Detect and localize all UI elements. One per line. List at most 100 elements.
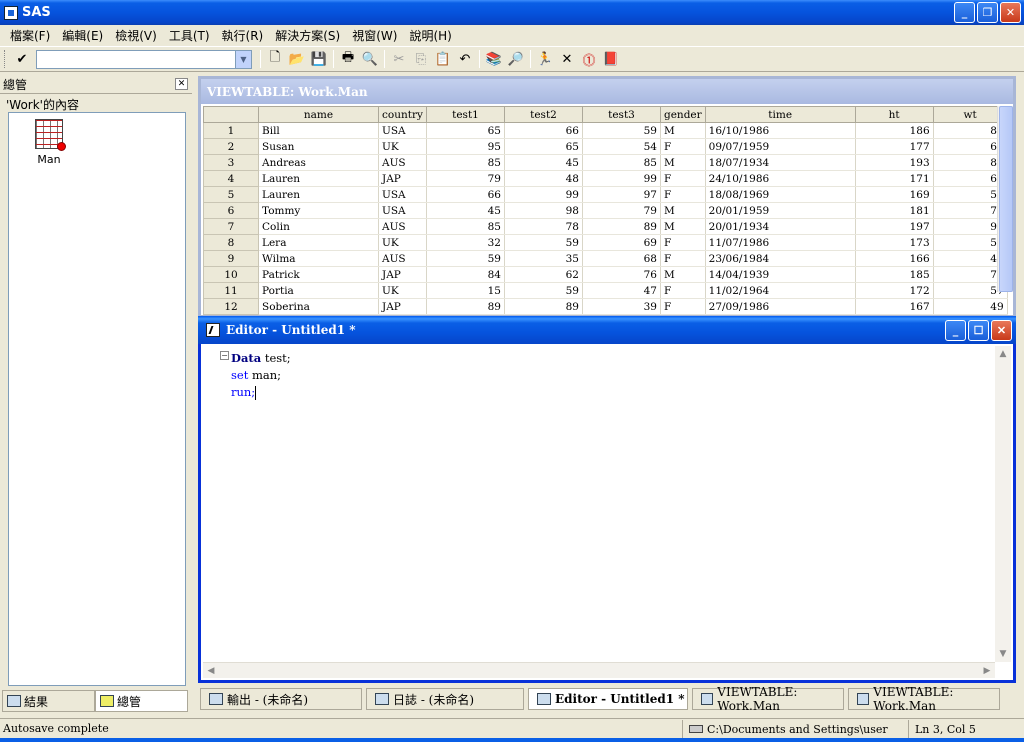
new-file-icon[interactable]: 🗋 (264, 48, 286, 70)
scroll-down-icon[interactable]: ▼ (995, 646, 1011, 662)
status-path[interactable]: C:\Documents and Settings\user (682, 720, 906, 738)
table-cell[interactable]: 54 (582, 138, 661, 155)
column-header[interactable]: country (378, 106, 427, 123)
table-cell[interactable]: M (660, 266, 706, 283)
table-cell[interactable]: 172 (855, 282, 934, 299)
table-cell[interactable]: 65 (504, 138, 583, 155)
table-cell[interactable]: 89 (426, 298, 505, 315)
copy-icon[interactable]: ⎘ (410, 48, 432, 70)
table-corner[interactable] (203, 106, 259, 123)
paste-icon[interactable]: 📋 (432, 48, 454, 70)
table-cell[interactable]: UK (378, 138, 427, 155)
table-cell[interactable]: F (660, 186, 706, 203)
editor-title-bar[interactable]: Editor - Untitled1 * _ ☐ ✕ (198, 316, 1016, 344)
save-icon[interactable]: 💾 (308, 48, 330, 70)
table-cell[interactable]: 181 (855, 202, 934, 219)
tab-results[interactable]: 結果 (2, 690, 95, 712)
table-row[interactable]: 11PortiaUK155947F11/02/196417257 (203, 282, 1008, 299)
table-row[interactable]: 4LaurenJAP794899F24/10/198617163 (203, 170, 1008, 187)
table-cell[interactable]: 97 (582, 186, 661, 203)
table-cell[interactable]: 66 (426, 186, 505, 203)
table-cell[interactable]: 66 (504, 122, 583, 139)
table-cell[interactable]: 16/10/1986 (705, 122, 856, 139)
table-cell[interactable]: 23/06/1984 (705, 250, 856, 267)
viewtable-title-bar[interactable]: VIEWTABLE: Work.Man (201, 79, 1013, 104)
help-book-icon[interactable]: 📕 (600, 48, 622, 70)
table-cell[interactable]: 11/02/1964 (705, 282, 856, 299)
table-cell[interactable]: 14/04/1939 (705, 266, 856, 283)
row-number[interactable]: 5 (203, 186, 259, 203)
table-cell[interactable]: Wilma (258, 250, 379, 267)
table-cell[interactable]: 62 (504, 266, 583, 283)
table-row[interactable]: 12 Soberina JAP 89 89 39 F 27/09/1986 167 49 (203, 298, 1008, 315)
table-cell[interactable]: 18/07/1934 (705, 154, 856, 171)
window-tab[interactable]: 輸出 - (未命名) (200, 688, 362, 710)
table-cell[interactable]: 76 (582, 266, 661, 283)
editor-maximize-button[interactable]: ☐ (968, 320, 989, 341)
table-cell[interactable]: 186 (855, 122, 934, 139)
table-cell[interactable]: 171 (855, 170, 934, 187)
table-cell[interactable]: 89 (504, 298, 583, 315)
row-number[interactable]: 1 (203, 122, 259, 139)
table-cell[interactable]: 24/10/1986 (705, 170, 856, 187)
row-number[interactable]: 4 (203, 170, 259, 187)
window-tab[interactable]: VIEWTABLE: Work.Man (848, 685, 1000, 713)
code-editor[interactable]: − Data test; set man; run; (201, 346, 997, 648)
table-cell[interactable]: 45 (504, 154, 583, 171)
table-row[interactable]: 2SusanUK956554F09/07/195917764 (203, 138, 1008, 155)
row-number[interactable]: 3 (203, 154, 259, 171)
table-cell[interactable]: 15 (426, 282, 505, 299)
row-number[interactable]: 2 (203, 138, 259, 155)
table-row[interactable]: 1 BillUSA656659M16/10/198618681 (203, 122, 1008, 139)
table-cell[interactable]: Portia (258, 282, 379, 299)
editor-horizontal-scrollbar[interactable]: ◀ ▶ (203, 662, 995, 678)
row-number[interactable]: 10 (203, 266, 259, 283)
table-row[interactable]: 9WilmaAUS593568F23/06/198416645 (203, 250, 1008, 267)
editor-minimize-button[interactable]: _ (945, 320, 966, 341)
table-cell[interactable]: Susan (258, 138, 379, 155)
undo-icon[interactable]: ↶ (454, 48, 476, 70)
table-cell[interactable]: 27/09/1986 (705, 298, 856, 315)
table-cell[interactable]: 177 (855, 138, 934, 155)
close-button[interactable]: ✕ (1000, 2, 1021, 23)
window-tab[interactable]: Editor - Untitled1 * (528, 688, 688, 710)
table-cell[interactable]: 32 (426, 234, 505, 251)
menu-item-4[interactable]: 執行(R) (216, 27, 270, 44)
column-header[interactable]: test3 (582, 106, 661, 123)
table-cell[interactable]: AUS (378, 250, 427, 267)
command-box[interactable]: ▼ (36, 49, 252, 69)
collapse-block-icon[interactable]: − (220, 351, 229, 360)
new-library-icon[interactable]: 📚 (483, 48, 505, 70)
clear-cancel-icon[interactable]: ✕ (556, 48, 578, 70)
table-cell[interactable]: 169 (855, 186, 934, 203)
table-cell[interactable]: F (660, 282, 706, 299)
table-cell[interactable]: UK (378, 234, 427, 251)
table-cell[interactable]: 85 (426, 154, 505, 171)
table-cell[interactable]: 45 (426, 202, 505, 219)
menu-item-6[interactable]: 視窗(W) (346, 27, 403, 44)
table-cell[interactable]: 98 (504, 202, 583, 219)
table-cell[interactable]: M (660, 202, 706, 219)
minimize-button[interactable]: _ (954, 2, 975, 23)
table-row[interactable]: 7ColinAUS857889M20/01/193419792 (203, 218, 1008, 235)
table-cell[interactable]: Andreas (258, 154, 379, 171)
table-cell[interactable]: M (660, 122, 706, 139)
table-row[interactable]: 5LaurenUSA669997F18/08/196916952 (203, 186, 1008, 203)
table-cell[interactable]: JAP (378, 170, 427, 187)
editor-vertical-scrollbar[interactable]: ▲ ▼ (995, 346, 1011, 662)
table-cell[interactable]: 11/07/1986 (705, 234, 856, 251)
table-cell[interactable]: F (660, 234, 706, 251)
table-cell[interactable]: 173 (855, 234, 934, 251)
row-number[interactable]: 6 (203, 202, 259, 219)
table-cell[interactable]: AUS (378, 218, 427, 235)
table-cell[interactable]: JAP (378, 298, 427, 315)
explorer-close-icon[interactable]: ✕ (175, 78, 188, 90)
table-cell[interactable]: 59 (504, 282, 583, 299)
scroll-right-icon[interactable]: ▶ (979, 663, 995, 679)
table-row[interactable]: 6TommyUSA459879M20/01/195918175 (203, 202, 1008, 219)
sas-app-icon[interactable] (4, 5, 18, 20)
table-cell[interactable]: Bill (258, 122, 379, 139)
command-dropdown-arrow-icon[interactable]: ▼ (235, 50, 251, 68)
table-cell[interactable]: M (660, 154, 706, 171)
restore-button[interactable]: ❐ (977, 2, 998, 23)
